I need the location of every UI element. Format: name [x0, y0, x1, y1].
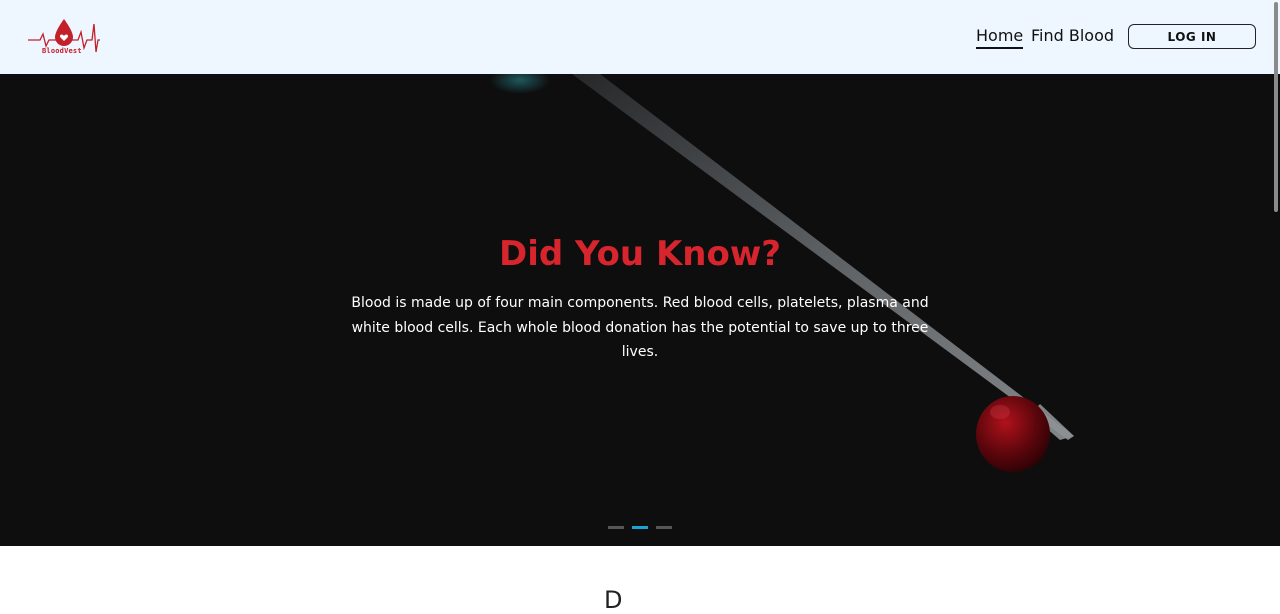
brand-logo[interactable]: BloodVest [26, 16, 102, 58]
nav-link-home[interactable]: Home [976, 26, 1024, 49]
hero-title: Did You Know? [499, 234, 781, 274]
carousel-indicator-3[interactable] [656, 526, 672, 529]
nav-link-find-blood[interactable]: Find Blood [1031, 26, 1114, 45]
login-button[interactable]: LOG IN [1128, 24, 1256, 49]
hero-description: Blood is made up of four main components… [351, 295, 929, 360]
page-scrollbar[interactable] [1272, 0, 1280, 598]
scrollbar-thumb[interactable] [1274, 2, 1278, 212]
carousel-indicator-1[interactable] [608, 526, 624, 529]
carousel-indicator-2[interactable] [632, 526, 648, 529]
next-section-heading: D [604, 586, 623, 614]
brand-logo-text: BloodVest [42, 47, 82, 55]
navbar: BloodVest Home Find Blood LOG IN [0, 0, 1280, 74]
hero-carousel: Did You Know? Blood is made up of four m… [0, 74, 1280, 546]
